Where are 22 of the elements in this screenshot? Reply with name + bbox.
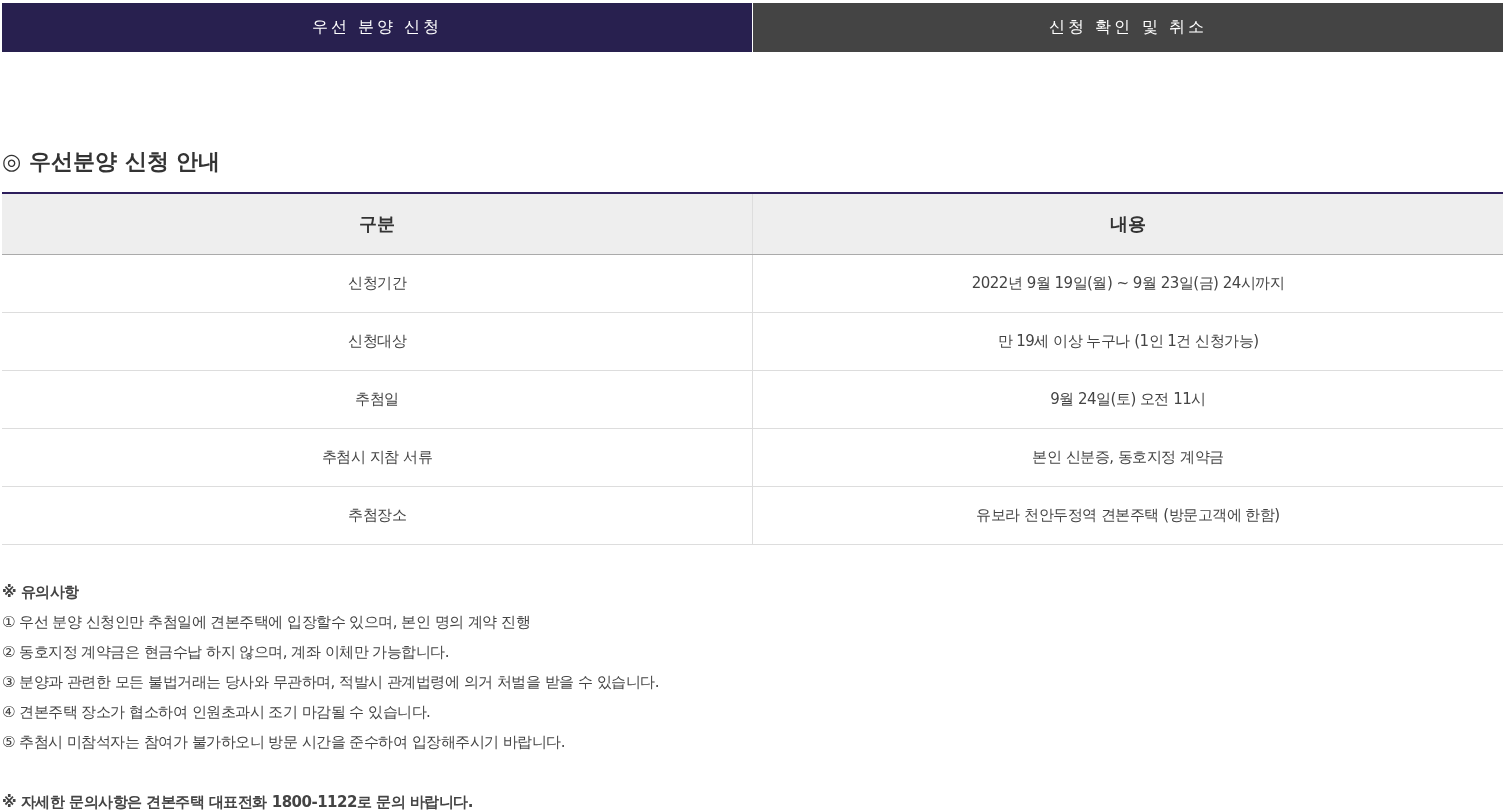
section-title: ◎ 우선분양 신청 안내 [2, 148, 222, 176]
column-header: 구분 [2, 193, 753, 255]
table-cell: 추첨일 [2, 370, 753, 429]
tab[interactable]: 신청 확인 및 취소 [753, 3, 1503, 52]
column-header: 내용 [752, 193, 1503, 255]
table-cell: 신청기간 [2, 254, 753, 313]
note-text: ② 동호지정 계약금은 현금수납 하지 않으며, 계좌 이체만 가능합니다. [2, 642, 451, 663]
table-cell: 본인 신분증, 동호지정 계약금 [752, 428, 1503, 487]
note-text: ⑤ 추첨시 미참석자는 참여가 불가하오니 방문 시간을 준수하여 입장해주시기 바랍니다. [2, 732, 567, 753]
note-text: ④ 견본주택 장소가 협소하여 인원초과시 조기 마감될 수 있습니다. [2, 702, 432, 723]
table-cell: 추첨시 지참 서류 [2, 428, 753, 487]
table-cell: 2022년 9월 19일(월) ~ 9월 23일(금) 24시까지 [752, 254, 1503, 313]
note-text: ① 우선 분양 신청인만 추첨일에 견본주택에 입장할수 있으며, 본인 명의 계약 진행 [2, 612, 532, 633]
contact-text: ※ 자세한 문의사항은 견본주택 대표전화 1800-1122로 문의 바랍니다. [2, 792, 475, 810]
notes-title: ※ 유의사항 [2, 582, 80, 603]
note-text: ③ 분양과 관련한 모든 불법거래는 당사와 무관하며, 적발시 관계법령에 의거 처벌을 받을 수 있습니다. [2, 672, 660, 693]
table-cell: 유보라 천안두정역 견본주택 (방문고객에 한함) [752, 486, 1503, 545]
table-cell: 9월 24일(토) 오전 11시 [752, 370, 1503, 429]
table-cell: 추첨장소 [2, 486, 753, 545]
tab[interactable]: 우선 분양 신청 [2, 3, 752, 52]
table-cell: 만 19세 이상 누구나 (1인 1건 신청가능) [752, 312, 1503, 371]
table-cell: 신청대상 [2, 312, 753, 371]
